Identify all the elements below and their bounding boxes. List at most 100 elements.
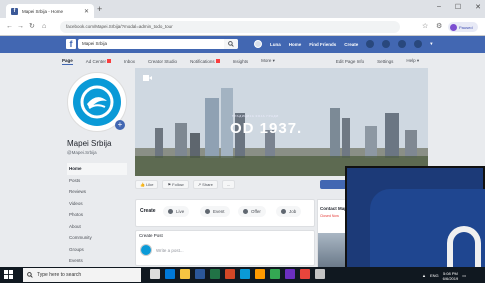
- acrobat-icon[interactable]: [300, 269, 310, 279]
- close-window-button[interactable]: ✕: [475, 3, 481, 11]
- clock[interactable]: 5:08 PM 6/6/2019: [443, 271, 459, 281]
- share-label: Share: [202, 182, 213, 187]
- word-icon[interactable]: [195, 269, 205, 279]
- back-arrow-icon[interactable]: ←: [6, 22, 13, 32]
- event-icon: [205, 209, 210, 214]
- like-label: Like: [146, 182, 154, 187]
- excel-icon[interactable]: [210, 269, 220, 279]
- tab-ad-center-label: Ad Center: [85, 58, 107, 64]
- tab-more[interactable]: More ▾: [261, 58, 275, 64]
- share-button[interactable]: ↗ Share: [192, 180, 218, 189]
- left-nav-groups[interactable]: Groups: [67, 244, 127, 256]
- network-icon[interactable]: ▲: [422, 273, 426, 278]
- notifications-center-icon[interactable]: ▭: [462, 273, 466, 278]
- tab-notifications-label: Notifications: [190, 58, 215, 64]
- facebook-search-input[interactable]: Mapei Srbija: [78, 39, 238, 49]
- nav-home-link[interactable]: Home: [289, 42, 302, 47]
- mapei-logo-icon: [141, 245, 151, 255]
- forward-arrow-icon[interactable]: →: [17, 22, 24, 32]
- outlook-icon[interactable]: [240, 269, 250, 279]
- search-button[interactable]: [224, 39, 238, 49]
- profile-avatar: [450, 23, 457, 31]
- extension-icon[interactable]: ⚙: [436, 22, 442, 32]
- task-view-icon[interactable]: [150, 269, 160, 279]
- facebook-logo-icon[interactable]: f: [66, 39, 76, 49]
- live-icon: [168, 209, 173, 214]
- more-actions-button[interactable]: ...: [221, 180, 236, 189]
- create-post-label: Create Post: [139, 233, 163, 238]
- illustrator-icon[interactable]: [255, 269, 265, 279]
- tab-settings[interactable]: Settings: [377, 59, 393, 64]
- friend-requests-icon[interactable]: [366, 40, 375, 48]
- help-icon[interactable]: [414, 40, 423, 48]
- maximize-button[interactable]: ☐: [455, 3, 461, 11]
- left-nav-home[interactable]: Home: [67, 163, 127, 175]
- create-job-button[interactable]: Job: [276, 206, 302, 217]
- chrome-icon[interactable]: [270, 269, 280, 279]
- account-menu-chevron-icon[interactable]: ▾: [430, 41, 432, 47]
- windows-start-icon[interactable]: [4, 270, 13, 279]
- tab-notifications[interactable]: Notifications: [190, 58, 220, 64]
- left-nav-about[interactable]: About: [67, 221, 127, 233]
- taskbar-search-placeholder: Type here to search: [37, 272, 82, 278]
- powerpoint-icon[interactable]: [225, 269, 235, 279]
- job-icon: [281, 209, 286, 214]
- home-icon[interactable]: ⌂: [42, 22, 46, 32]
- update-photo-icon[interactable]: +: [115, 120, 125, 130]
- reload-icon[interactable]: ↻: [29, 22, 35, 32]
- tab-page[interactable]: Page: [62, 58, 73, 65]
- taskbar-apps: [150, 269, 325, 279]
- left-nav-events[interactable]: Events: [67, 255, 127, 267]
- nav-find-friends-link[interactable]: Find Friends: [309, 42, 336, 47]
- nav-create-link[interactable]: Create: [344, 42, 358, 47]
- page-tabs: Page Ad Center Inbox Creator Studio Noti…: [62, 54, 430, 68]
- tab-insights[interactable]: Insights: [233, 59, 249, 64]
- new-tab-button[interactable]: +: [97, 4, 102, 14]
- create-label: Create: [140, 208, 156, 214]
- facebook-nav: Luna Home Find Friends Create ▾: [254, 40, 433, 48]
- video-camera-icon[interactable]: [143, 75, 152, 81]
- messenger-icon[interactable]: [382, 40, 391, 48]
- page-avatar: [140, 244, 152, 256]
- left-nav-videos[interactable]: Videos: [67, 198, 127, 210]
- minimize-button[interactable]: –: [437, 3, 441, 11]
- tab-inbox[interactable]: Inbox: [124, 59, 135, 64]
- left-nav-reviews[interactable]: Reviews: [67, 186, 127, 198]
- window-controls: – ☐ ✕: [437, 3, 481, 11]
- edge-icon[interactable]: [165, 269, 175, 279]
- star-icon[interactable]: ☆: [422, 22, 428, 32]
- notification-badge: [107, 58, 112, 63]
- write-post-input[interactable]: Write a post...: [156, 248, 184, 253]
- left-nav-photos[interactable]: Photos: [67, 209, 127, 221]
- teams-icon[interactable]: [285, 269, 295, 279]
- calculator-icon[interactable]: [315, 269, 325, 279]
- create-offer-button[interactable]: Offer: [238, 206, 266, 217]
- follow-button[interactable]: ⚑ Follow: [162, 180, 189, 189]
- page-left-nav: Home Posts Reviews Videos Photos About C…: [67, 163, 127, 267]
- taskbar-search-input[interactable]: Type here to search: [23, 268, 141, 282]
- close-tab-icon[interactable]: ✕: [84, 8, 89, 15]
- notifications-icon[interactable]: [398, 40, 407, 48]
- browser-tab[interactable]: f Mapei Srbija - Home ✕: [6, 4, 94, 18]
- tab-ad-center[interactable]: Ad Center: [85, 58, 112, 64]
- tab-creator-studio[interactable]: Creator Studio: [148, 59, 177, 64]
- profile-status-label: Paused: [459, 24, 473, 30]
- search-icon: [228, 41, 234, 47]
- profile-button[interactable]: Paused: [448, 22, 478, 32]
- left-nav-community[interactable]: Community: [67, 232, 127, 244]
- like-button[interactable]: 👍 Like: [135, 180, 159, 189]
- create-live-button[interactable]: Live: [163, 206, 190, 217]
- tab-help[interactable]: Help ▾: [406, 58, 419, 64]
- left-nav-posts[interactable]: Posts: [67, 175, 127, 187]
- create-event-button[interactable]: Event: [200, 206, 230, 217]
- user-avatar[interactable]: [254, 40, 262, 48]
- notification-badge: [215, 58, 220, 63]
- tab-edit-page-info[interactable]: Edit Page Info: [336, 59, 364, 64]
- user-name-link[interactable]: Luna: [270, 42, 281, 47]
- url-input[interactable]: facebook.com/Mapei.Srbija/?modal=admin_t…: [60, 21, 400, 33]
- event-label: Event: [213, 209, 225, 214]
- side-card-image[interactable]: [318, 233, 346, 267]
- language-indicator[interactable]: ENG: [430, 273, 439, 278]
- page-handle: @Mapei.Srbija: [67, 150, 97, 155]
- file-explorer-icon[interactable]: [180, 269, 190, 279]
